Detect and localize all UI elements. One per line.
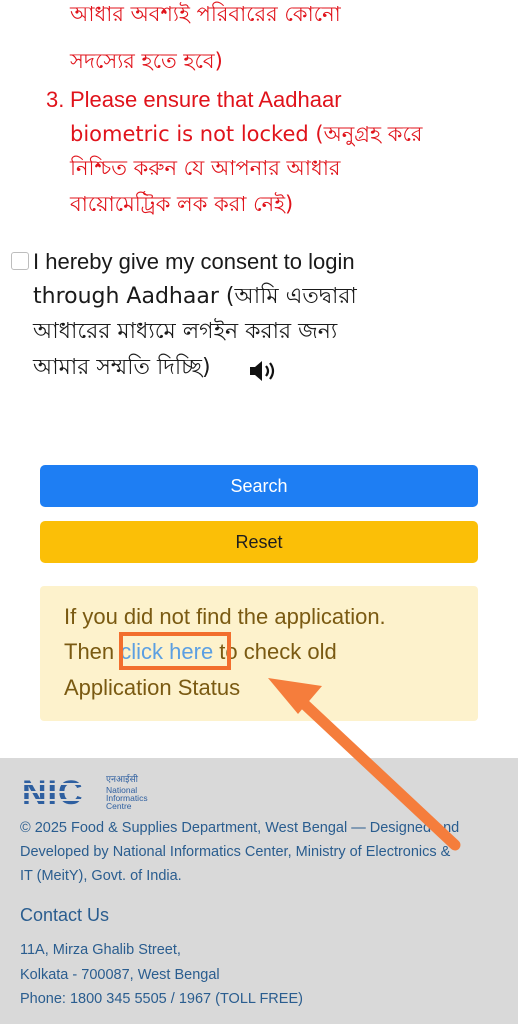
link-highlight-box xyxy=(119,632,231,670)
contact-heading: Contact Us xyxy=(20,905,110,925)
site-footer: NIC एनआईसी National Informatics Centre ©… xyxy=(0,758,518,1024)
reset-button[interactable]: Reset xyxy=(40,521,478,563)
note-item-3-text: biometric is not locked (অনুগ্রহ করে xyxy=(70,122,423,146)
instructions-list: আধার অবশ্যই পরিবারের কোনো সদস্যের হতে হব… xyxy=(0,0,518,230)
consent-text: I hereby give my consent to login xyxy=(33,249,355,274)
alert-text-part: Then xyxy=(64,639,121,664)
logo-text: Centre xyxy=(106,801,132,811)
phone-text: Phone: 1800 345 5505 / 1967 (TOLL FREE) xyxy=(20,991,303,1007)
consent-checkbox[interactable] xyxy=(11,252,29,270)
logo-hindi: एनआईसी xyxy=(106,773,139,785)
speaker-icon[interactable] xyxy=(248,358,280,384)
alert-text: Application Status xyxy=(64,675,241,700)
nic-logo: NIC एनआईसी National Informatics Centre xyxy=(22,773,148,812)
alert-text-part: to check old xyxy=(213,639,337,664)
address-text: Kolkata - 700087, West Bengal xyxy=(20,967,220,983)
note-item-number: 3. xyxy=(46,87,65,112)
note-item-3-text: বায়োমেট্রিক লক করা নেই) xyxy=(70,192,294,216)
info-alert: If you did not find the application. The… xyxy=(40,586,478,721)
address-text: 11A, Mirza Ghalib Street, xyxy=(20,942,181,958)
note-line: আধার অবশ্যই পরিবারের কোনো xyxy=(70,2,341,26)
consent-text: through Aadhaar (আমি এতদ্বারা xyxy=(33,284,357,309)
note-item-3-text: Please ensure that Aadhaar xyxy=(70,87,342,112)
consent-text: আমার সম্মতি দিচ্ছি) xyxy=(33,355,211,380)
note-line: সদস্যের হতে হবে) xyxy=(70,49,223,73)
alert-text: If you did not find the application. xyxy=(64,604,386,629)
copyright-text: Developed by National Informatics Center… xyxy=(20,844,451,860)
copyright-text: IT (MeitY), Govt. of India. xyxy=(20,868,182,884)
search-button[interactable]: Search xyxy=(40,465,478,507)
copyright-text: © 2025 Food & Supplies Department, West … xyxy=(20,820,460,836)
note-item-3-text: নিশ্চিত করুন যে আপনার আধার xyxy=(70,156,341,180)
consent-section: I hereby give my consent to login throug… xyxy=(0,240,518,390)
consent-text: আধারের মাধ্যমে লগইন করার জন্য xyxy=(33,319,338,344)
